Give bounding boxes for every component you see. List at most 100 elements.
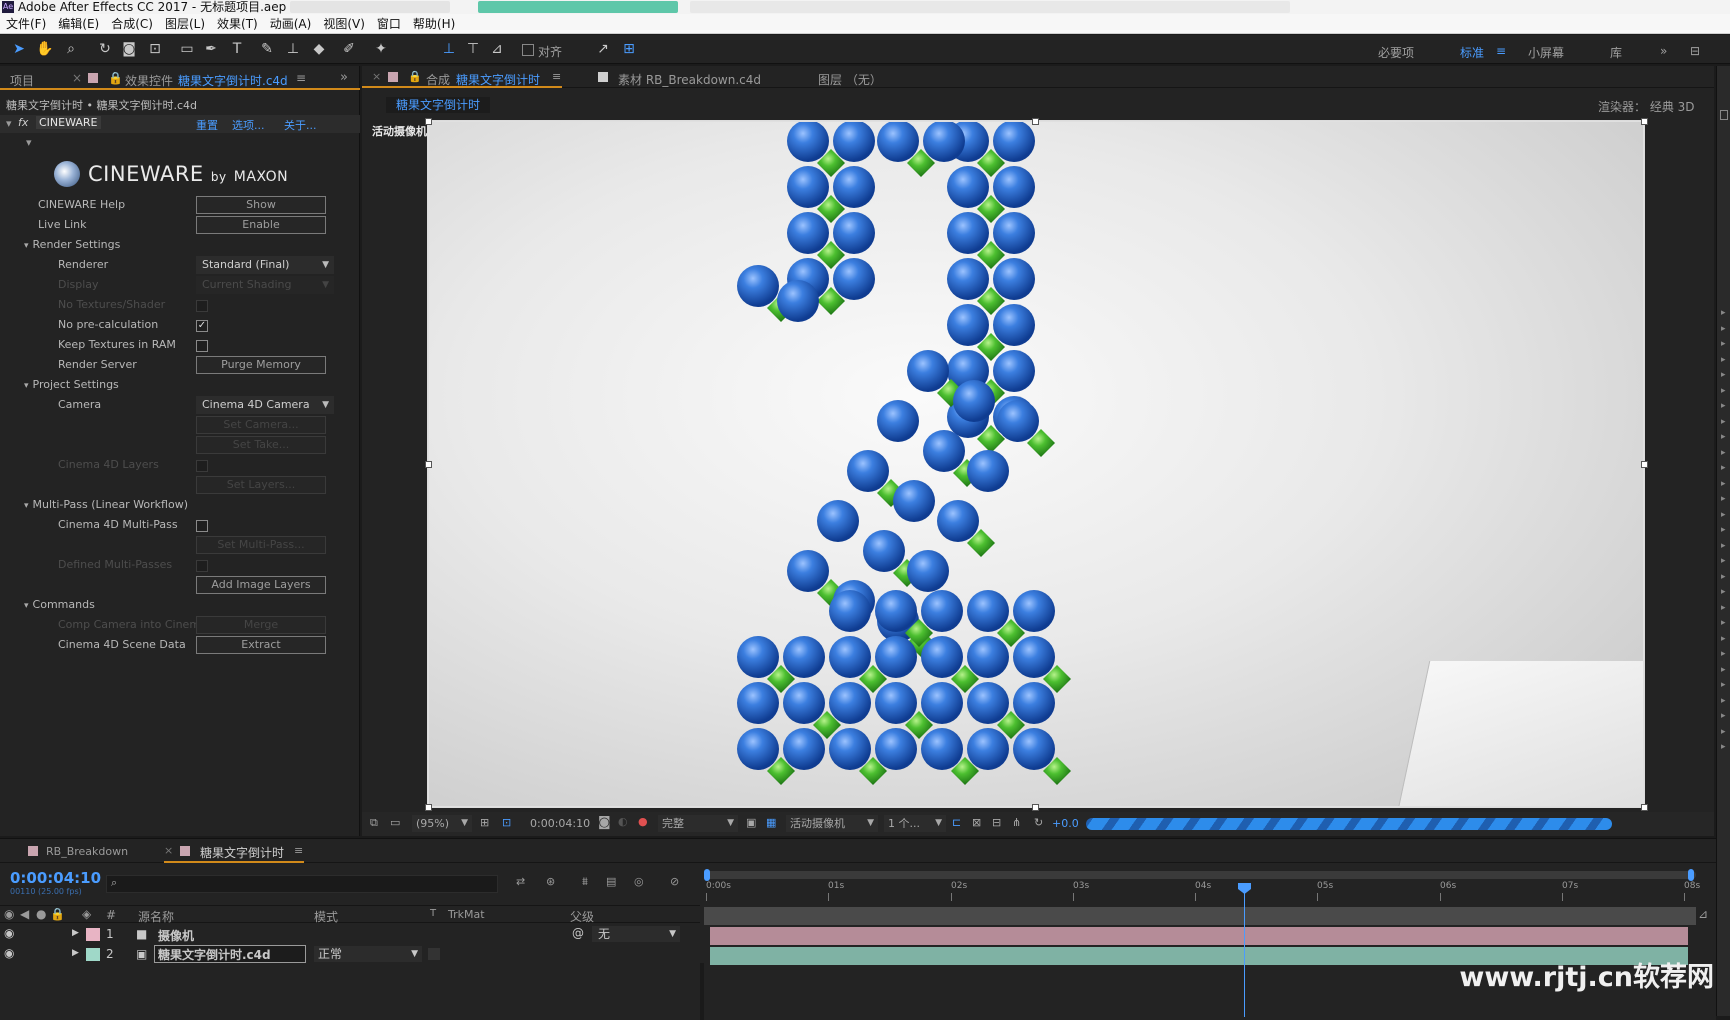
multipass-group[interactable]: ▾ Multi-Pass (Linear Workflow) [24, 498, 188, 511]
workspace-overflow-icon[interactable]: » [1660, 44, 1667, 58]
workspace-essentials[interactable]: 必要项 [1378, 44, 1414, 61]
transform-handle[interactable] [1641, 804, 1648, 811]
tab-project[interactable]: 项目 [10, 72, 34, 89]
panel-icon[interactable] [1720, 110, 1728, 120]
transform-handle[interactable] [1641, 461, 1648, 468]
views-layout-select[interactable]: 1 个... ▼ [884, 815, 946, 832]
flowchart-icon[interactable]: ⋔ [1012, 816, 1021, 829]
menu-composition[interactable]: 合成(C) [105, 14, 159, 34]
close-tab-icon[interactable]: × [372, 70, 381, 83]
time-graph[interactable]: 0:00s 01s 02s 03s 04s 05s 06s 07s 08s ⊿ [704, 867, 1708, 1017]
no-textures-checkbox[interactable] [196, 300, 208, 312]
enable-livelink-button[interactable]: Enable [196, 216, 326, 234]
workspace-libraries[interactable]: 库 [1610, 44, 1622, 61]
show-snapshot-icon[interactable]: ◐ [618, 815, 628, 828]
tab-candy-countdown[interactable]: 糖果文字倒计时 [200, 844, 284, 861]
panel-menu-icon[interactable]: ≡ [552, 70, 561, 83]
channel-icon[interactable]: ● [638, 815, 648, 828]
c4d-multipass-checkbox[interactable] [196, 520, 208, 532]
shy-layers-icon[interactable]: ⩩ [582, 875, 588, 889]
defined-passes-checkbox[interactable] [196, 560, 208, 572]
menu-animation[interactable]: 动画(A) [264, 14, 318, 34]
view-select[interactable]: 活动摄像机 ▼ [786, 815, 878, 832]
group-expand-icon[interactable]: ▾ [26, 136, 32, 149]
roto-brush-tool-icon[interactable]: ✐ [340, 40, 358, 58]
fx-options-link[interactable]: 选项... [232, 117, 265, 133]
fx-about-link[interactable]: 关于... [284, 117, 317, 133]
transform-handle[interactable] [1032, 118, 1039, 125]
show-help-button[interactable]: Show [196, 196, 326, 214]
col-parent[interactable]: 父级 [570, 908, 594, 925]
menu-effect[interactable]: 效果(T) [211, 14, 264, 34]
timeline-toggle-icon[interactable]: ⊟ [992, 816, 1001, 829]
pan-behind-tool-icon[interactable]: ⊡ [146, 40, 164, 58]
safe-zones-icon[interactable]: ⊞ [480, 816, 489, 829]
commands-group[interactable]: ▾ Commands [24, 598, 95, 611]
snap-feather-icon[interactable]: ↗ [594, 40, 612, 58]
audio-toggle-icon[interactable]: ◀ [20, 907, 29, 921]
no-precalc-checkbox[interactable]: ✓ [196, 320, 208, 332]
comp-viewer[interactable] [427, 120, 1645, 808]
tab-effects-prefix[interactable]: 效果控件 [125, 72, 173, 89]
layer-row[interactable]: ◉ ▶ 1 ■ 摄像机 @ 无 ▼ [0, 925, 700, 944]
timeline-zoom-icon[interactable]: ⊿ [1698, 907, 1708, 921]
expand-layer-icon[interactable]: ▶ [72, 948, 79, 958]
toggle-pixel-aspect-icon[interactable]: ⊏ [952, 816, 961, 829]
pick-whip-icon[interactable]: @ [572, 926, 584, 940]
tab-rb-breakdown[interactable]: RB_Breakdown [46, 845, 128, 858]
layer-label-color[interactable] [86, 948, 100, 961]
menu-window[interactable]: 窗口 [371, 14, 407, 34]
workspace-menu-icon[interactable]: ≡ [1496, 44, 1506, 58]
time-ruler[interactable]: 0:00s 01s 02s 03s 04s 05s 06s 07s 08s [704, 881, 1700, 903]
tab-footage[interactable]: 素材 RB_Breakdown.c4d [618, 71, 761, 88]
renderer-select[interactable]: Standard (Final) ▼ [196, 256, 334, 274]
eye-icon[interactable]: ◉ [4, 926, 14, 940]
lock-toggle-icon[interactable]: 🔒 [50, 907, 65, 921]
add-image-layers-button[interactable]: Add Image Layers [196, 576, 326, 594]
fx-icon[interactable]: fx [18, 116, 28, 129]
always-preview-icon[interactable]: ⧉ [370, 816, 378, 830]
layer-label-color[interactable] [86, 928, 100, 941]
preserve-transparency-checkbox[interactable] [428, 948, 440, 960]
clone-stamp-tool-icon[interactable]: ⊥ [284, 40, 302, 58]
eraser-tool-icon[interactable]: ◆ [310, 40, 328, 58]
transform-handle[interactable] [1641, 118, 1648, 125]
work-area-end-handle[interactable] [1688, 869, 1694, 881]
panel-overflow-icon[interactable]: » [340, 70, 348, 85]
menu-layer[interactable]: 图层(L) [159, 14, 211, 34]
workspace-small-screen[interactable]: 小屏幕 [1528, 44, 1564, 61]
layer-search-input[interactable]: ⌕ [106, 875, 498, 893]
snap-checkbox[interactable] [522, 44, 534, 56]
view-axis-mode-icon[interactable]: ⊿ [488, 40, 506, 58]
menu-edit[interactable]: 编辑(E) [52, 14, 105, 34]
type-tool-icon[interactable]: T [228, 40, 246, 58]
col-mode[interactable]: 模式 [314, 908, 338, 925]
transform-handle[interactable] [1032, 804, 1039, 811]
hand-tool-icon[interactable]: ✋ [36, 40, 54, 58]
work-area-bar[interactable] [704, 871, 1696, 879]
lock-icon[interactable]: 🔒 [108, 71, 123, 85]
panel-menu-icon[interactable]: ≡ [294, 844, 303, 857]
panel-menu-icon[interactable]: ≡ [296, 71, 306, 85]
renderer-info[interactable]: 渲染器： 经典 3D [1598, 98, 1695, 115]
transparency-grid-icon[interactable]: ▦ [766, 816, 776, 829]
layer-name-editing[interactable]: 糖果文字倒计时.c4d [154, 945, 306, 963]
camera-tool-icon[interactable]: ◙ [120, 40, 138, 58]
transform-handle[interactable] [425, 804, 432, 811]
snapshot-icon[interactable]: ◙ [598, 815, 611, 830]
resolution-select[interactable]: 完整 ▼ [658, 815, 738, 832]
reset-exposure-icon[interactable]: ↻ [1034, 816, 1043, 829]
zoom-tool-icon[interactable]: ⌕ [62, 40, 80, 58]
render-settings-group[interactable]: ▾ Render Settings [24, 238, 120, 251]
rectangle-tool-icon[interactable]: ▭ [178, 40, 196, 58]
current-time-indicator[interactable] [1238, 883, 1251, 1017]
label-color-icon[interactable]: ◈ [82, 907, 91, 921]
transform-handle[interactable] [425, 461, 432, 468]
world-axis-mode-icon[interactable]: ⊤ [464, 40, 482, 58]
pen-tool-icon[interactable]: ✒ [202, 40, 220, 58]
col-source-name[interactable]: 源名称 [138, 908, 174, 925]
region-of-interest-icon[interactable]: ▣ [746, 816, 756, 829]
fx-expand-icon[interactable]: ▾ [6, 117, 12, 130]
mask-visibility-icon[interactable]: ⊡ [502, 816, 511, 829]
tab-effects-name[interactable]: 糖果文字倒计时.c4d [178, 72, 288, 89]
